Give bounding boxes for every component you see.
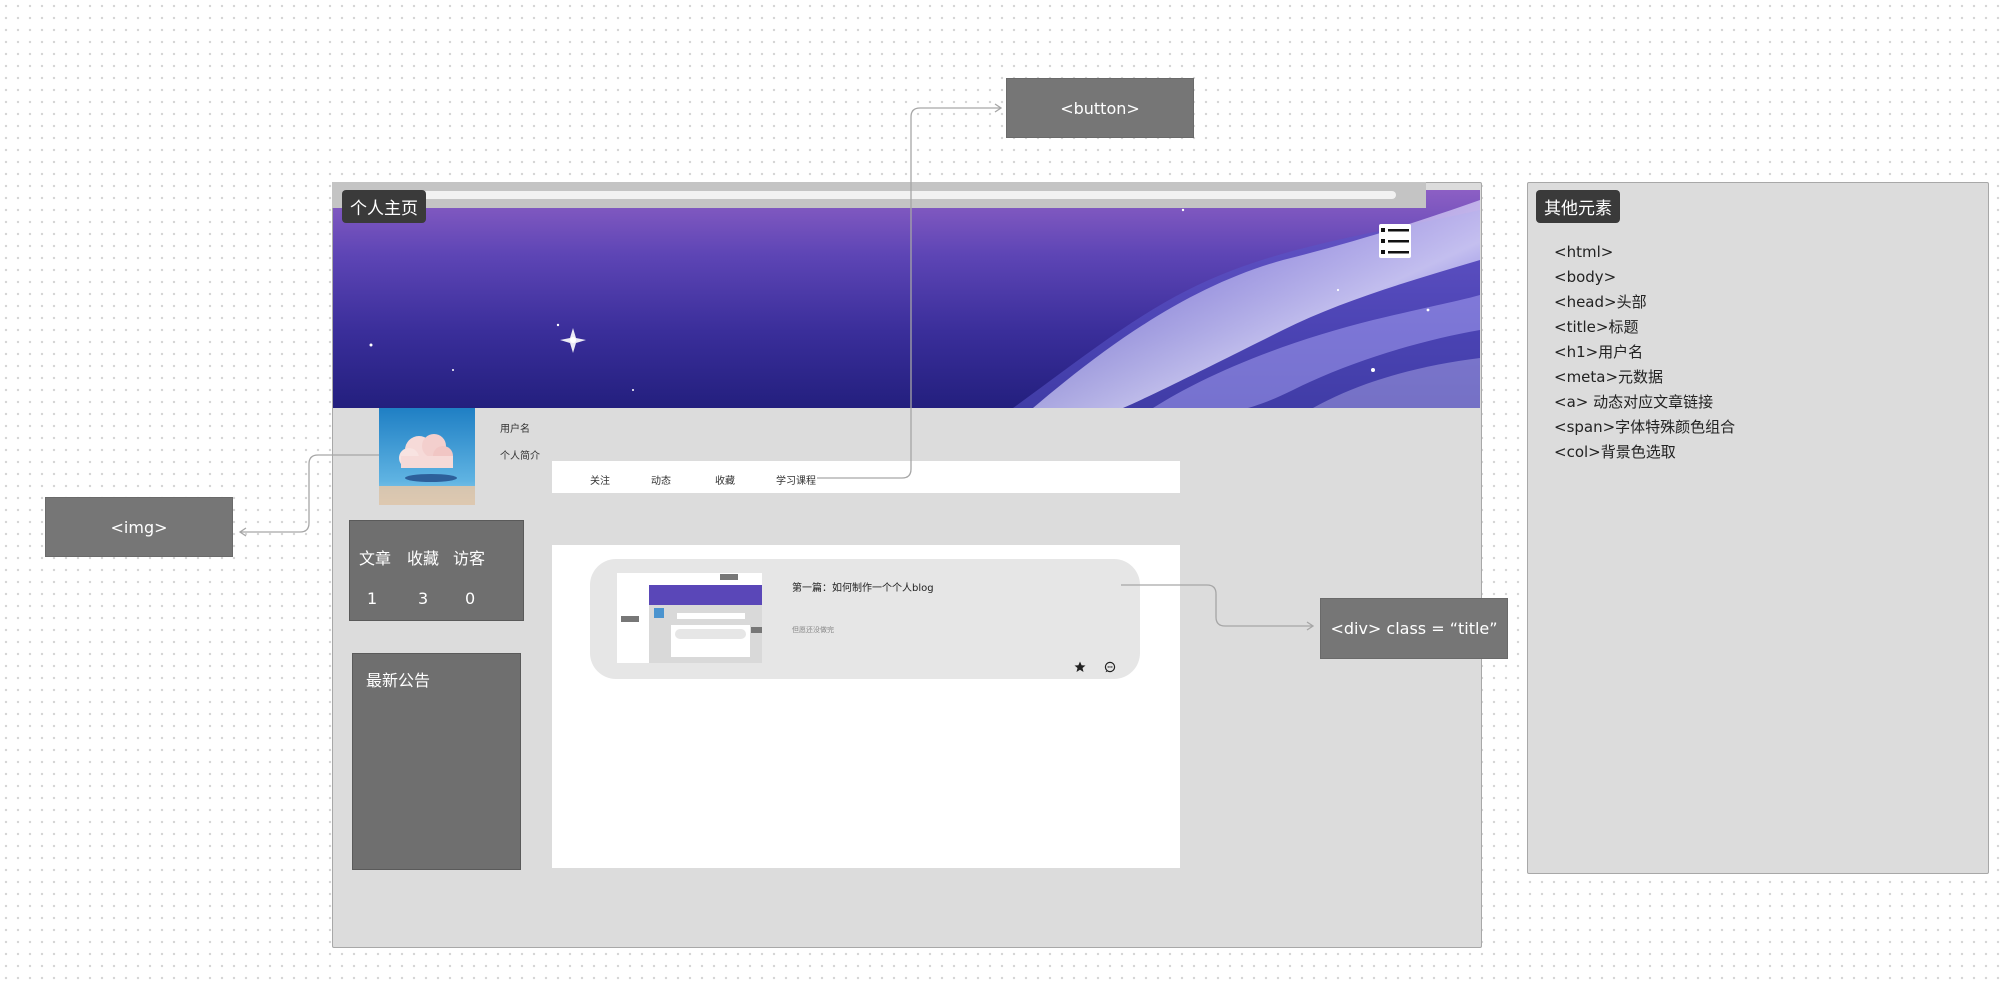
stat-label-articles: 文章 [359, 549, 392, 568]
profile-banner [333, 190, 1480, 408]
address-bar[interactable] [418, 191, 1396, 199]
annotation-button: <button> [1006, 78, 1194, 138]
annotation-title-div: <div> class = “title” [1320, 598, 1508, 659]
other-elements-list: <html> <body> <head>头部 <title>标题 <h1>用户名… [1554, 240, 1735, 465]
list-item: <html> [1554, 243, 1614, 261]
nav-favorites[interactable]: 收藏 [715, 472, 735, 487]
stat-label-visitors: 访客 [453, 549, 486, 568]
notice-title: 最新公告 [366, 671, 431, 690]
notice-panel: 最新公告 [352, 653, 521, 870]
list-item: <title>标题 [1554, 318, 1639, 336]
stat-value-favorites: 3 [418, 589, 429, 608]
post-title[interactable]: 第一篇：如何制作一个个人blog [792, 579, 934, 594]
post-subtitle: 但愿还没做完 [792, 626, 834, 634]
avatar[interactable] [379, 408, 475, 505]
annotation-img: <img> [45, 497, 233, 557]
profile-intro: 个人简介 [500, 451, 540, 462]
nav-activity[interactable]: 动态 [651, 472, 671, 487]
list-item: <span>字体特殊颜色组合 [1554, 418, 1736, 436]
comment-icon[interactable] [1104, 660, 1116, 673]
menu-list-icon[interactable] [1379, 224, 1411, 258]
nav-courses[interactable]: 学习课程 [776, 472, 816, 487]
stats-panel: 文章 收藏 访客 1 3 0 [349, 520, 524, 621]
stat-value-articles: 1 [367, 589, 378, 608]
list-item: <head>头部 [1554, 293, 1647, 311]
profile-nav-bar: 关注 动态 收藏 学习课程 [552, 461, 1180, 493]
page-title-tag: 个人主页 [342, 190, 426, 223]
stat-label-favorites: 收藏 [407, 549, 440, 568]
list-item: <h1>用户名 [1554, 343, 1644, 361]
list-item: <meta>元数据 [1554, 368, 1664, 386]
star-icon[interactable] [1074, 660, 1086, 672]
list-item: <col>背景色选取 [1554, 443, 1676, 461]
username: 用户名 [500, 424, 530, 435]
stat-value-visitors: 0 [465, 589, 476, 608]
nav-follow[interactable]: 关注 [590, 472, 610, 487]
list-item: <a> 动态对应文章链接 [1554, 393, 1714, 411]
list-item: <body> [1554, 268, 1617, 286]
other-elements-title: 其他元素 [1536, 190, 1620, 223]
post-thumbnail[interactable] [617, 573, 762, 663]
